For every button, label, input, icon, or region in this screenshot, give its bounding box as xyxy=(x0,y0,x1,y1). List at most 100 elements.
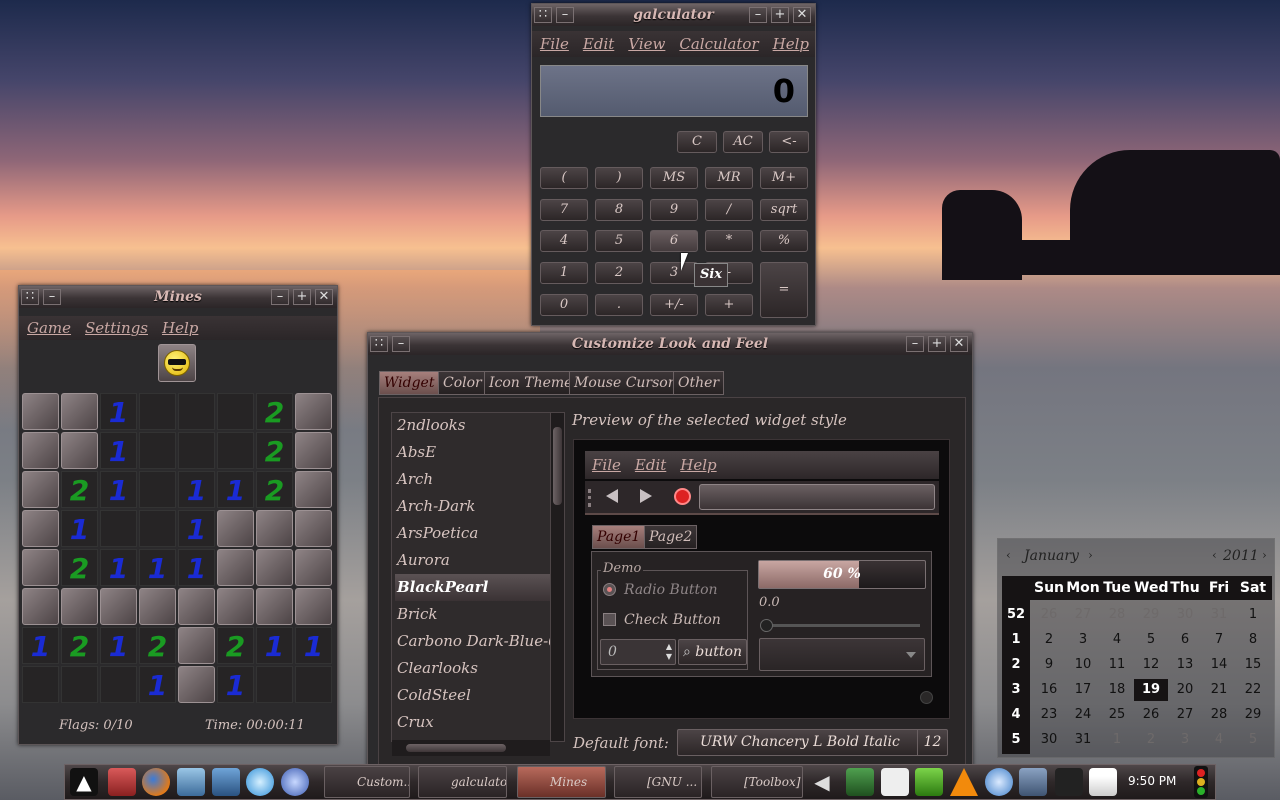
calendar-day[interactable]: 29 xyxy=(1134,604,1168,626)
digit-8-button[interactable]: 8 xyxy=(595,199,643,221)
tab-color[interactable]: Color xyxy=(438,371,487,395)
clock[interactable]: 9:50 PM xyxy=(1128,774,1176,788)
preview-tab-page2[interactable]: Page2 xyxy=(644,525,698,549)
mine-cell-covered[interactable] xyxy=(22,549,59,586)
mine-cell-number[interactable]: 1 xyxy=(100,432,137,469)
theme-list-item[interactable]: ArsPoetica xyxy=(395,520,550,547)
mine-cell-number[interactable]: 1 xyxy=(256,627,293,664)
mine-cell-number[interactable]: 1 xyxy=(217,471,254,508)
font-chooser-button[interactable]: URW Chancery L Bold Italic 12 xyxy=(677,729,948,756)
mine-cell-covered[interactable] xyxy=(178,627,215,664)
preview-button[interactable]: ⌕ button xyxy=(678,639,747,665)
combo-box[interactable] xyxy=(759,638,925,671)
mine-cell-covered[interactable] xyxy=(178,588,215,625)
taskbar-task[interactable]: galculator xyxy=(418,766,507,798)
digit-4-button[interactable]: 4 xyxy=(540,230,588,252)
mine-cell-number[interactable]: 1 xyxy=(22,627,59,664)
calendar-day[interactable]: 5 xyxy=(1236,729,1270,751)
calendar-day[interactable]: 20 xyxy=(1168,679,1202,701)
digit-6-button[interactable]: 6 xyxy=(650,230,698,252)
mine-cell-empty[interactable] xyxy=(178,393,215,430)
window-menu-button[interactable]: ∷ xyxy=(370,336,388,352)
open-paren-button[interactable]: ( xyxy=(540,167,588,189)
memory-recall-button[interactable]: MR xyxy=(705,167,753,189)
mine-cell-empty[interactable] xyxy=(100,666,137,703)
calendar-day[interactable]: 30 xyxy=(1168,604,1202,626)
theme-list-item[interactable]: ColdSteel xyxy=(395,682,550,709)
calendar-day[interactable]: 28 xyxy=(1100,604,1134,626)
calendar-day[interactable]: 26 xyxy=(1032,604,1066,626)
menu-help[interactable]: Help xyxy=(162,316,198,340)
forward-arrow-icon[interactable] xyxy=(640,489,652,503)
digit-3-button[interactable]: 3 xyxy=(650,262,698,284)
memory-store-button[interactable]: MS xyxy=(650,167,698,189)
traffic-light-icon[interactable] xyxy=(1194,766,1208,798)
calendar-day[interactable]: 10 xyxy=(1066,654,1100,676)
calendar-day[interactable]: 9 xyxy=(1032,654,1066,676)
theme-list-item[interactable]: Arch xyxy=(395,466,550,493)
mine-cell-number[interactable]: 1 xyxy=(295,627,332,664)
search-globe-icon[interactable] xyxy=(985,768,1013,796)
mine-cell-covered[interactable] xyxy=(295,432,332,469)
minimize-button[interactable]: – xyxy=(906,336,924,352)
mine-cell-empty[interactable] xyxy=(178,432,215,469)
preview-menu-help[interactable]: Help xyxy=(680,456,716,474)
vlc-icon[interactable] xyxy=(950,768,978,796)
network-icon[interactable] xyxy=(281,768,309,796)
calendar-day-today[interactable]: 19 xyxy=(1134,679,1168,701)
preview-tab-page1[interactable]: Page1 xyxy=(592,525,646,549)
menu-edit[interactable]: Edit xyxy=(583,31,614,57)
divide-button[interactable]: / xyxy=(705,199,753,221)
tab-widget[interactable]: Widget xyxy=(379,371,440,395)
mine-cell-covered[interactable] xyxy=(256,549,293,586)
taskbar-task[interactable]: [Toolbox] xyxy=(711,766,803,798)
window-menu-button[interactable]: ∷ xyxy=(534,7,552,23)
theme-list-item[interactable]: Brick xyxy=(395,601,550,628)
spin-button[interactable]: 0 ▲ ▼ xyxy=(600,639,676,665)
mines-titlebar[interactable]: Mines xyxy=(19,286,337,308)
mine-cell-covered[interactable] xyxy=(217,549,254,586)
tab-mouse-cursor[interactable]: Mouse Cursor xyxy=(569,371,680,395)
multiply-button[interactable]: * xyxy=(705,230,753,252)
digit-0-button[interactable]: 0 xyxy=(540,294,588,316)
digit-5-button[interactable]: 5 xyxy=(595,230,643,252)
mine-cell-empty[interactable] xyxy=(139,432,176,469)
mine-cell-number[interactable]: 2 xyxy=(61,627,98,664)
calendar-day[interactable]: 17 xyxy=(1066,679,1100,701)
mine-cell-empty[interactable] xyxy=(256,666,293,703)
taskbar-task[interactable]: Custom... xyxy=(324,766,410,798)
calendar-day[interactable]: 4 xyxy=(1100,629,1134,651)
calendar-day[interactable]: 28 xyxy=(1202,704,1236,726)
sqrt-button[interactable]: sqrt xyxy=(760,199,808,221)
scroll-thumb[interactable] xyxy=(553,427,562,505)
mine-cell-number[interactable]: 1 xyxy=(100,549,137,586)
theme-list-item[interactable]: Carbono Dark-Blue-0.1 xyxy=(395,628,550,655)
shade-button[interactable]: – xyxy=(556,7,574,23)
vertical-scrollbar[interactable] xyxy=(550,413,564,741)
preview-entry[interactable] xyxy=(699,484,935,510)
menu-tree-icon[interactable]: ▲ xyxy=(70,768,98,796)
mine-cell-empty[interactable] xyxy=(217,432,254,469)
calendar-day[interactable]: 16 xyxy=(1032,679,1066,701)
mine-cell-empty[interactable] xyxy=(22,666,59,703)
mine-cell-number[interactable]: 1 xyxy=(139,666,176,703)
mine-cell-number[interactable]: 1 xyxy=(100,471,137,508)
mine-cell-empty[interactable] xyxy=(217,393,254,430)
menu-game[interactable]: Game xyxy=(27,316,71,340)
mine-cell-number[interactable]: 1 xyxy=(139,549,176,586)
mine-cell-covered[interactable] xyxy=(22,393,59,430)
mine-cell-empty[interactable] xyxy=(61,666,98,703)
spin-arrows-icon[interactable]: ▲ ▼ xyxy=(666,642,672,662)
calendar-day[interactable]: 1 xyxy=(1100,729,1134,751)
mine-cell-number[interactable]: 1 xyxy=(100,627,137,664)
menu-settings[interactable]: Settings xyxy=(85,316,148,340)
close-button[interactable]: ✕ xyxy=(793,7,811,23)
check-button[interactable] xyxy=(603,613,616,626)
scroll-thumb[interactable] xyxy=(406,744,506,752)
prev-month-icon[interactable]: ‹ xyxy=(1006,548,1011,562)
calendar-day[interactable]: 5 xyxy=(1134,629,1168,651)
mine-cell-empty[interactable] xyxy=(139,471,176,508)
calendar-day[interactable]: 27 xyxy=(1168,704,1202,726)
battery-icon[interactable] xyxy=(915,768,943,796)
maximize-button[interactable]: + xyxy=(771,7,789,23)
